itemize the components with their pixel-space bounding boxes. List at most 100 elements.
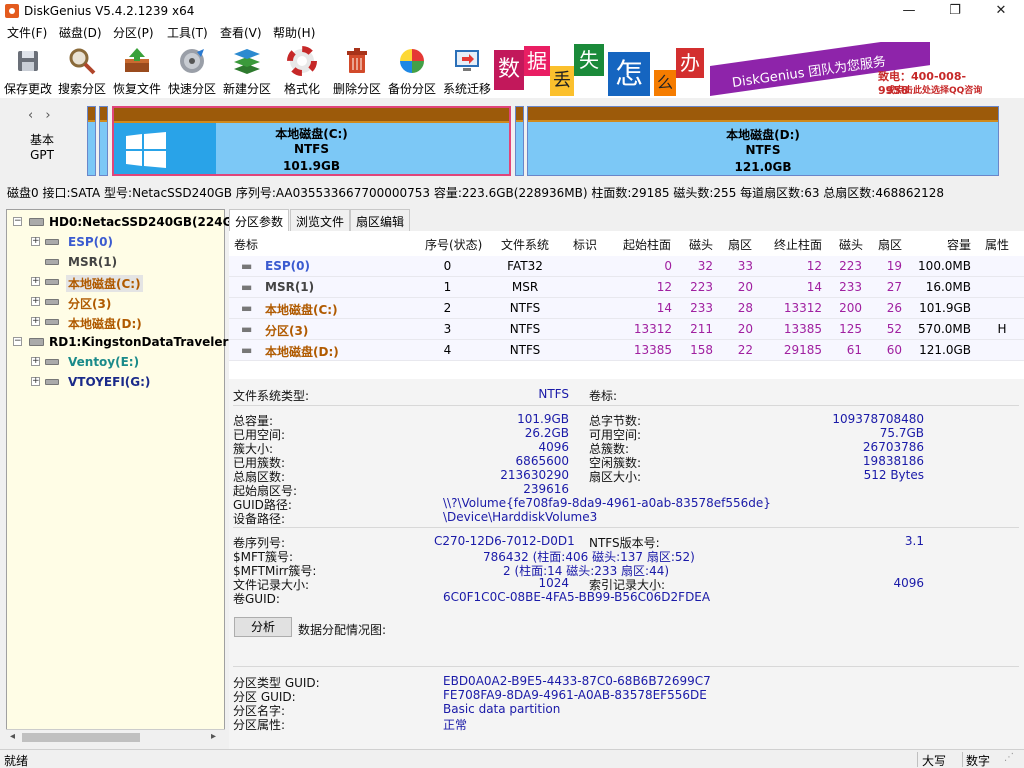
column-header[interactable]: 扇区 bbox=[728, 236, 752, 253]
partition-icon bbox=[45, 299, 59, 305]
table-row[interactable]: ▬ 本地磁盘(D:) 4 NTFS 13385 158 22 29185 61 … bbox=[229, 340, 1024, 361]
column-header[interactable]: 容量 bbox=[947, 236, 971, 253]
expand-icon[interactable]: + bbox=[31, 377, 40, 386]
format-button[interactable]: 格式化 bbox=[274, 44, 330, 96]
partition-block-3[interactable] bbox=[515, 106, 524, 176]
partition-icon bbox=[45, 359, 59, 365]
tree-label: 分区(3) bbox=[68, 297, 112, 311]
analyze-button[interactable]: 分析 bbox=[234, 617, 292, 637]
cell-start-cyl: 14 bbox=[656, 301, 672, 315]
expand-icon[interactable]: + bbox=[31, 237, 40, 246]
cell-label: 本地磁盘(C:) bbox=[265, 303, 338, 317]
tab-browse-files[interactable]: 浏览文件 bbox=[290, 209, 351, 231]
banner-char: 办 bbox=[676, 48, 704, 78]
column-header[interactable]: 标识 bbox=[573, 236, 597, 253]
table-row[interactable]: ▬ MSR(1) 1 MSR 12 223 20 14 233 27 16.0M… bbox=[229, 277, 1024, 298]
toolbar-label: 系统迁移 bbox=[442, 82, 491, 96]
menu-help[interactable]: 帮助(H) bbox=[273, 24, 315, 41]
delete-partition-button[interactable]: 删除分区 bbox=[329, 44, 385, 96]
cell-start-head: 223 bbox=[690, 280, 713, 294]
banner-char: 失 bbox=[574, 44, 604, 76]
cell-end-cyl: 13385 bbox=[783, 322, 822, 336]
column-header[interactable]: 文件系统 bbox=[501, 236, 549, 253]
tab-sector-edit[interactable]: 扇区编辑 bbox=[350, 209, 411, 231]
tab-bar: 分区参数 浏览文件 扇区编辑 bbox=[229, 209, 1024, 232]
partition-block-msr[interactable] bbox=[99, 106, 108, 176]
system-migration-button[interactable]: 系统迁移 bbox=[439, 44, 495, 96]
detail-value: 109378708480 bbox=[832, 412, 924, 426]
cell-num: 0 bbox=[443, 259, 452, 273]
partition-fs: NTFS bbox=[745, 143, 781, 157]
expand-icon[interactable]: + bbox=[31, 297, 40, 306]
collapse-icon[interactable]: − bbox=[13, 337, 22, 346]
partition-block-esp[interactable] bbox=[87, 106, 96, 176]
scroll-left-icon[interactable]: ◂ bbox=[10, 731, 15, 742]
app-logo-icon bbox=[5, 4, 19, 18]
cell-start-cyl: 13385 bbox=[633, 343, 672, 357]
partition-style-label: GPT bbox=[30, 148, 54, 162]
close-button[interactable]: ✕ bbox=[978, 0, 1024, 22]
column-header[interactable]: 扇区 bbox=[878, 236, 902, 253]
column-header[interactable]: 磁头 bbox=[839, 236, 863, 253]
new-partition-button[interactable]: 新建分区 bbox=[219, 44, 275, 96]
save-changes-button[interactable]: 保存更改 bbox=[0, 44, 56, 96]
cell-attr: H bbox=[997, 322, 1007, 336]
menu-tools[interactable]: 工具(T) bbox=[167, 24, 208, 41]
detail-value: 4096 bbox=[538, 440, 569, 454]
status-bar: 就绪 大写 数字 ⋰ bbox=[0, 749, 1024, 768]
detail-value: 239616 bbox=[523, 482, 569, 496]
cell-end-sector: 52 bbox=[886, 322, 902, 336]
cell-start-head: 211 bbox=[690, 322, 713, 336]
collapse-icon[interactable]: − bbox=[13, 217, 22, 226]
backup-partition-button[interactable]: 备份分区 bbox=[384, 44, 440, 96]
minimize-button[interactable]: — bbox=[886, 0, 932, 22]
menu-partition[interactable]: 分区(P) bbox=[113, 24, 154, 41]
partition-block-c[interactable]: 本地磁盘(C:) NTFS 101.9GB bbox=[112, 106, 511, 176]
main-panel: 分区参数 浏览文件 扇区编辑 卷标 序号(状态) 文件系统 标识 起始柱面 磁头… bbox=[229, 209, 1024, 749]
detail-value: 26703786 bbox=[862, 440, 924, 454]
cell-start-head: 158 bbox=[690, 343, 713, 357]
column-header[interactable]: 卷标 bbox=[234, 236, 258, 253]
cell-end-cyl: 14 bbox=[806, 280, 822, 294]
table-row[interactable]: ▬ 本地磁盘(C:) 2 NTFS 14 233 28 13312 200 26… bbox=[229, 298, 1024, 319]
column-header[interactable]: 磁头 bbox=[689, 236, 713, 253]
disc-icon bbox=[180, 49, 204, 73]
banner-char: 怎 bbox=[608, 52, 650, 96]
partition-name: 本地磁盘(D:) bbox=[726, 128, 800, 142]
menu-disk[interactable]: 磁盘(D) bbox=[59, 24, 102, 41]
expand-icon[interactable]: + bbox=[31, 277, 40, 286]
disk-nav-arrows[interactable]: ‹ › bbox=[28, 108, 55, 123]
cell-capacity: 121.0GB bbox=[919, 343, 971, 357]
menu-view[interactable]: 查看(V) bbox=[220, 24, 262, 41]
partition-block-d[interactable]: 本地磁盘(D:) NTFS 121.0GB bbox=[527, 106, 999, 176]
partition-row-icon: ▬ bbox=[241, 322, 253, 336]
expand-icon[interactable]: + bbox=[31, 357, 40, 366]
cell-num: 2 bbox=[443, 301, 452, 315]
table-row[interactable]: ▬ 分区(3) 3 NTFS 13312 211 20 13385 125 52… bbox=[229, 319, 1024, 340]
cell-end-head: 233 bbox=[839, 280, 862, 294]
scroll-right-icon[interactable]: ▸ bbox=[211, 731, 216, 742]
detail-value: 26.2GB bbox=[524, 426, 569, 440]
column-header[interactable]: 序号(状态) bbox=[425, 236, 482, 253]
column-header[interactable]: 起始柱面 bbox=[623, 236, 671, 253]
column-header[interactable]: 属性 bbox=[985, 236, 1009, 253]
resize-grip-icon[interactable]: ⋰ bbox=[1004, 752, 1014, 763]
table-row[interactable]: ▬ ESP(0) 0 FAT32 0 32 33 12 223 19 100.0… bbox=[229, 256, 1024, 277]
scroll-thumb[interactable] bbox=[22, 733, 140, 742]
search-partition-button[interactable]: 搜索分区 bbox=[54, 44, 110, 96]
quick-partition-button[interactable]: 快速分区 bbox=[164, 44, 220, 96]
partition-row-icon: ▬ bbox=[241, 343, 253, 357]
ad-banner[interactable]: 数 据 丢 失 怎 么 办 DiskGenius 团队为您服务 致电：400-0… bbox=[494, 42, 996, 98]
cell-fs: NTFS bbox=[509, 343, 541, 357]
menu-file[interactable]: 文件(F) bbox=[7, 24, 47, 41]
expand-icon[interactable]: + bbox=[31, 317, 40, 326]
tab-partition-params[interactable]: 分区参数 bbox=[229, 209, 290, 232]
maximize-button[interactable]: ❐ bbox=[932, 0, 978, 22]
tree-horizontal-scrollbar[interactable]: ◂ ▸ bbox=[6, 729, 225, 745]
column-header[interactable]: 终止柱面 bbox=[774, 236, 822, 253]
pie-icon bbox=[400, 49, 424, 73]
cell-start-sector: 33 bbox=[737, 259, 753, 273]
recover-files-button[interactable]: 恢复文件 bbox=[109, 44, 165, 96]
detail-value: C270-12D6-7012-D0D1 bbox=[434, 534, 575, 548]
detail-value: FE708FA9-8DA9-4961-A0AB-83578EF556DE bbox=[443, 688, 707, 702]
